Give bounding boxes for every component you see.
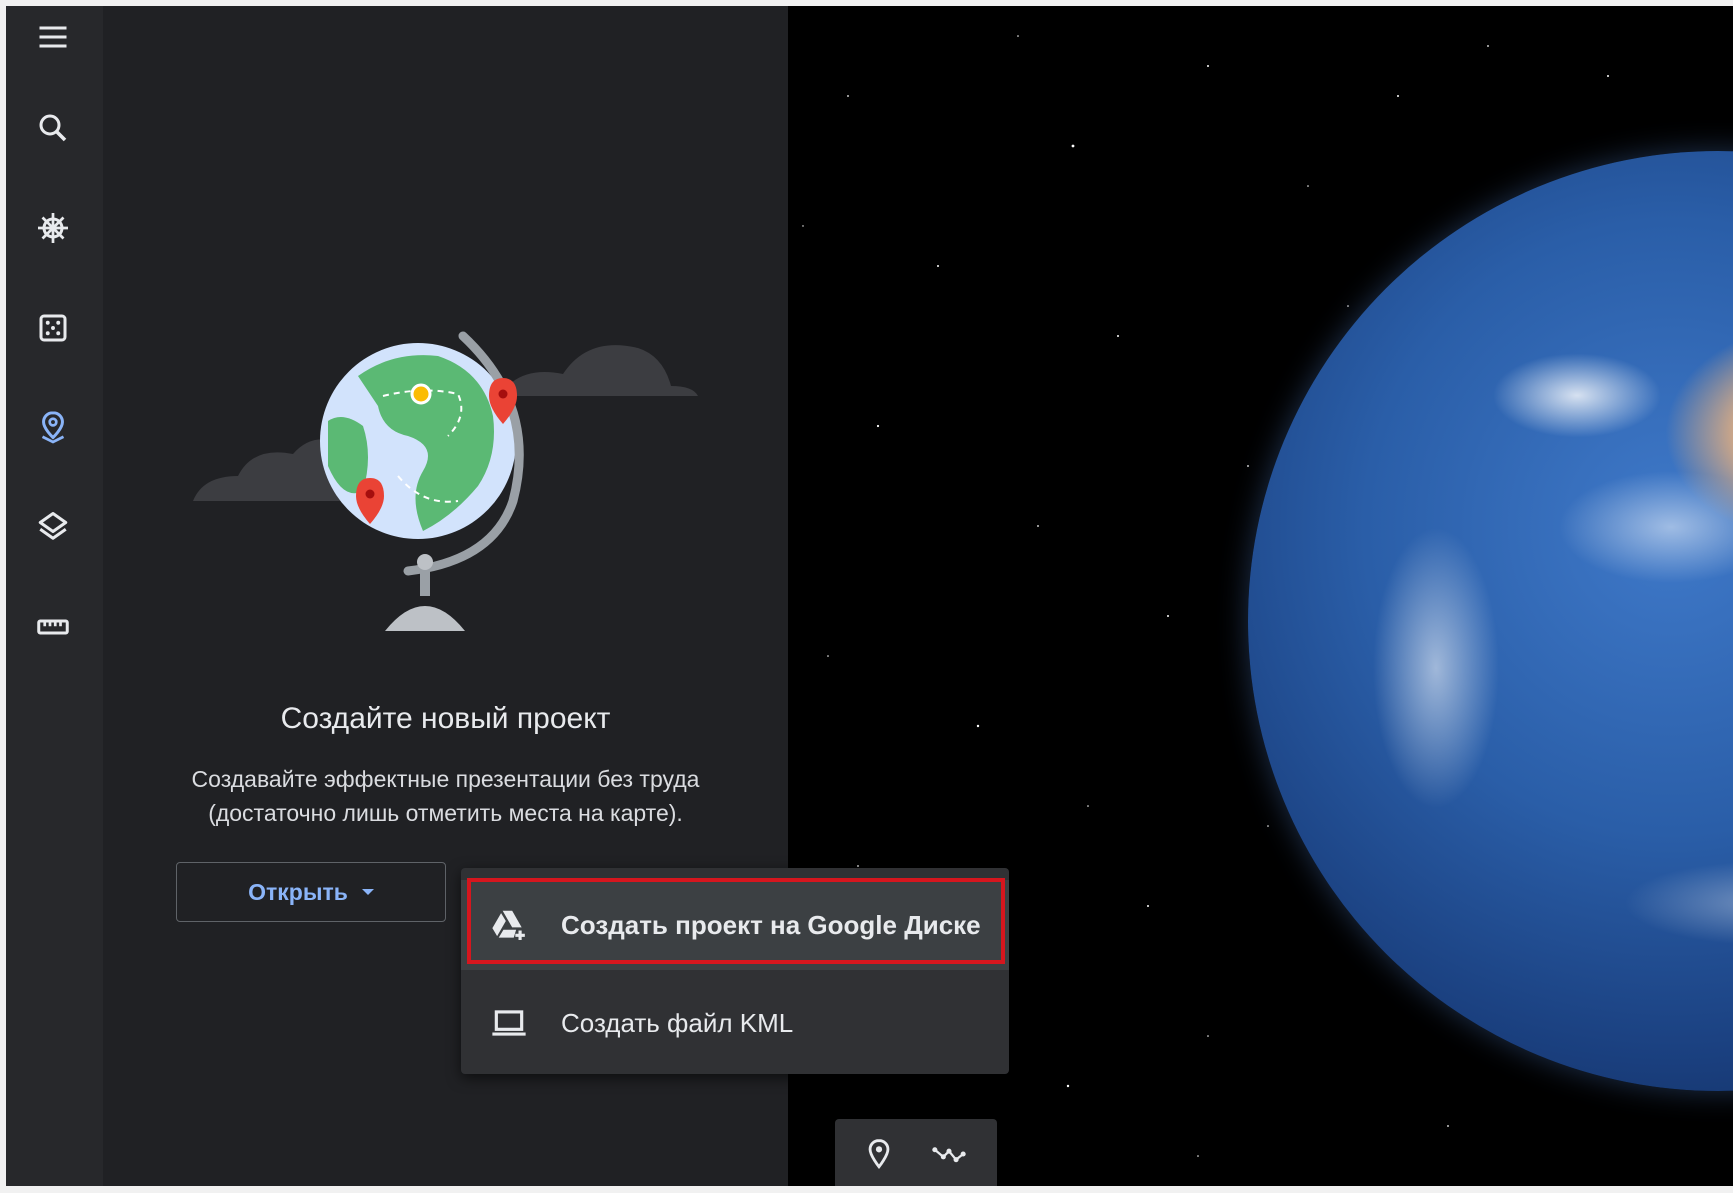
panel-description-line: Создавайте эффектные презентации без тру… [191, 766, 700, 792]
add-placemark-icon [868, 1139, 890, 1170]
menu-button[interactable] [28, 12, 78, 62]
search-icon [39, 114, 67, 142]
laptop-icon [489, 1003, 529, 1043]
google-earth-window: Создайте новый проект Создавайте эффектн… [6, 6, 1733, 1186]
create-drive-project-label: Создать проект на Google Диске [561, 909, 981, 940]
open-button-label: Открыть [248, 878, 348, 905]
create-drive-project-item[interactable]: Создать проект на Google Диске [461, 880, 1009, 970]
create-project-menu: Создать проект на Google Диске Создать ф… [461, 868, 1009, 1074]
measure-button[interactable] [28, 602, 78, 652]
nav-rail [6, 6, 103, 1186]
add-placemark-button[interactable] [857, 1132, 901, 1176]
location-pin-icon [41, 411, 65, 444]
google-drive-add-icon [489, 905, 529, 945]
dice-icon [39, 314, 67, 342]
drawing-toolbar [835, 1119, 997, 1186]
ruler-icon [37, 619, 69, 635]
panel-description: Создавайте эффектные презентации без тру… [163, 762, 728, 830]
caret-down-icon [361, 889, 374, 895]
search-button[interactable] [28, 103, 78, 153]
panel-title: Создайте новый проект [280, 702, 611, 735]
feeling-lucky-button[interactable] [28, 303, 78, 353]
projects-button[interactable] [28, 402, 78, 452]
draw-line-icon [932, 1147, 966, 1163]
hamburger-menu-icon [39, 26, 67, 48]
map-style-button[interactable] [28, 502, 78, 552]
open-button[interactable]: Открыть [176, 862, 446, 922]
create-kml-file-label: Создать файл KML [561, 1007, 794, 1038]
draw-line-button[interactable] [927, 1132, 971, 1176]
voyager-button[interactable] [28, 203, 78, 253]
create-kml-file-item[interactable]: Создать файл KML [461, 978, 1009, 1068]
globe-illustration [193, 331, 698, 631]
layers-icon [38, 512, 68, 540]
panel-description-line: (достаточно лишь отметить места на карте… [208, 800, 683, 826]
ship-wheel-icon [38, 213, 68, 243]
